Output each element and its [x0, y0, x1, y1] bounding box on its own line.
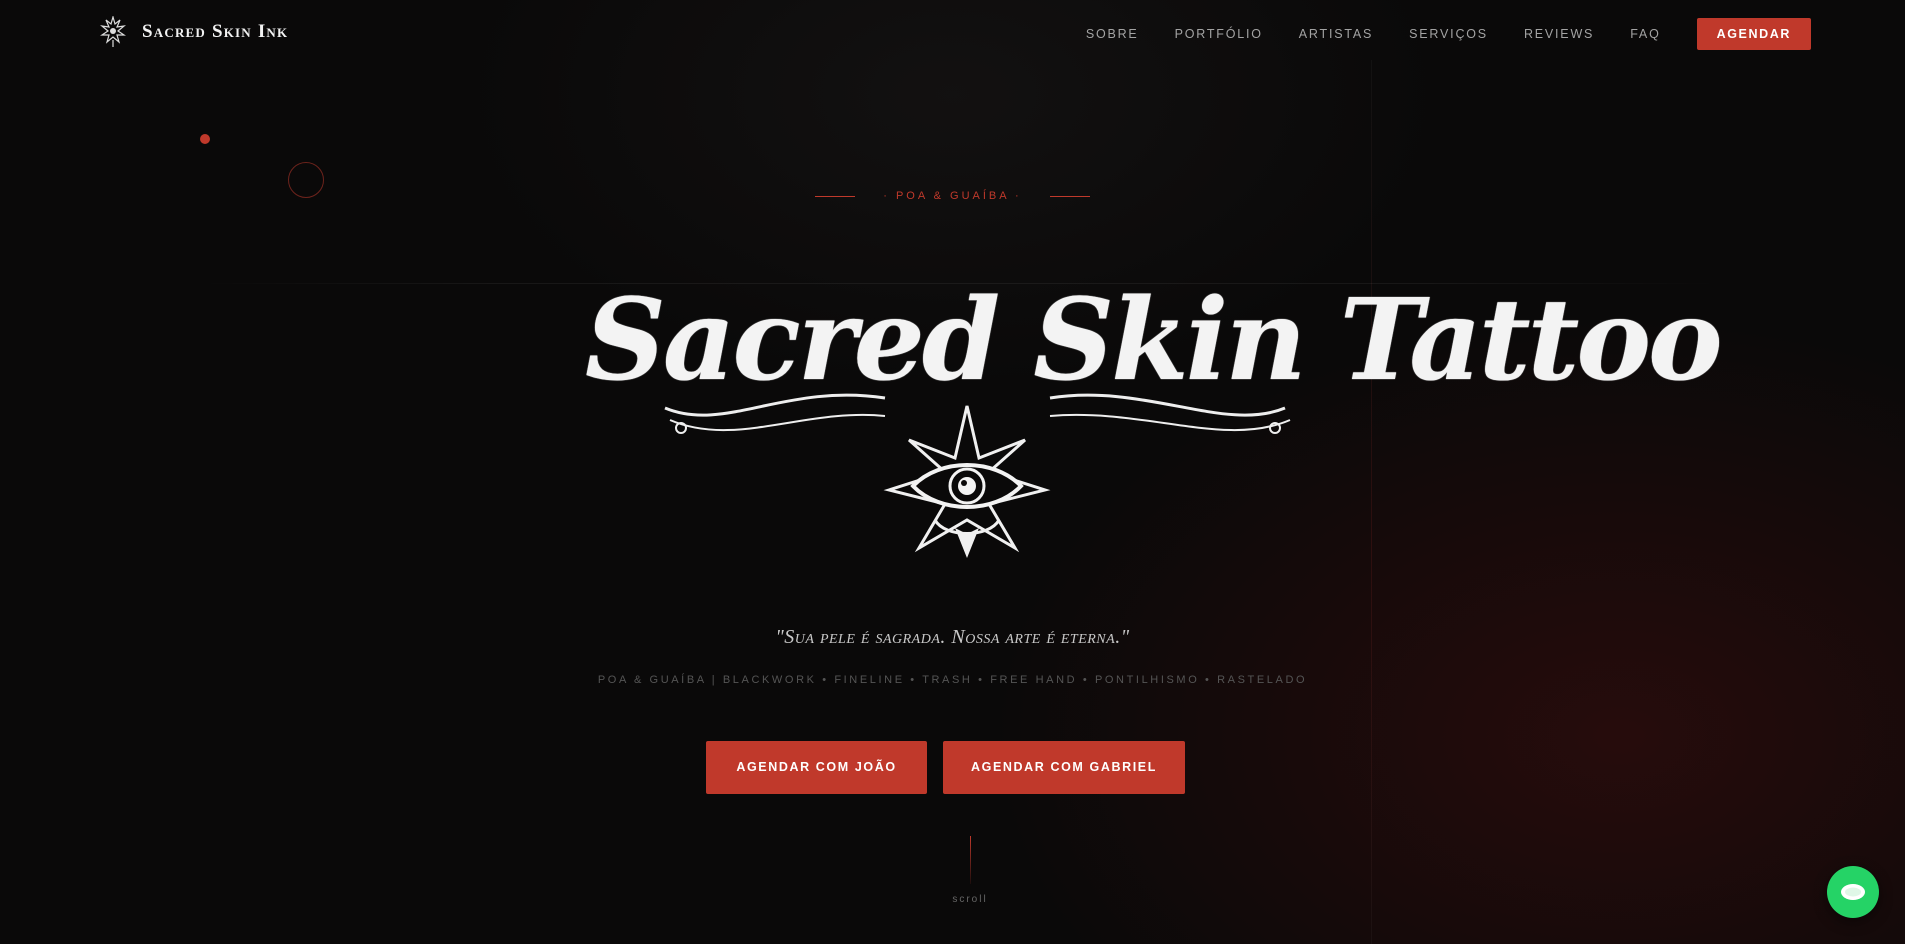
- booking-buttons: AGENDAR COM JOÃO AGENDAR COM GABRIEL: [0, 741, 1905, 794]
- location-eyebrow: · POA & GUAÍBA ·: [0, 190, 1905, 202]
- site-header: Sacred Skin Ink SOBRE PORTFÓLIO ARTISTAS…: [0, 0, 1905, 66]
- agendar-button[interactable]: AGENDAR: [1696, 18, 1811, 50]
- eyebrow-text: · POA & GUAÍBA ·: [883, 190, 1022, 202]
- hero-logo: Sacred Skin Tattoo: [585, 258, 1723, 583]
- eyebrow-rule-left: [815, 195, 856, 197]
- brand-link[interactable]: Sacred Skin Ink: [100, 16, 288, 48]
- whatsapp-chat-icon: [1841, 884, 1865, 900]
- scroll-indicator-line: [970, 836, 971, 884]
- hero-styles-list: POA & GUAÍBA | BLACKWORK • FINELINE • TR…: [597, 674, 1308, 686]
- hero-tagline: "Sua pele é sagrada. Nossa arte é eterna…: [775, 626, 1130, 648]
- agendar-joao-button[interactable]: AGENDAR COM JOÃO: [706, 741, 927, 794]
- eyebrow-rule-right: [1049, 195, 1090, 197]
- nav-sobre[interactable]: SOBRE: [1086, 18, 1139, 50]
- whatsapp-chat-button[interactable]: [1827, 866, 1879, 918]
- decorative-red-dot: [200, 134, 210, 144]
- nav-servicos[interactable]: SERVIÇOS: [1409, 18, 1488, 50]
- logo-wordmark: Sacred Skin Tattoo: [585, 275, 1723, 406]
- scroll-indicator-text[interactable]: scroll: [0, 894, 1905, 905]
- brand-name: Sacred Skin Ink: [142, 21, 289, 42]
- ornament-eye-icon: [100, 16, 126, 47]
- agendar-gabriel-button[interactable]: AGENDAR COM GABRIEL: [943, 741, 1185, 794]
- nav-faq[interactable]: FAQ: [1630, 18, 1660, 50]
- nav-portfolio[interactable]: PORTFÓLIO: [1175, 18, 1263, 50]
- nav-artistas[interactable]: ARTISTAS: [1299, 18, 1373, 50]
- nav-reviews[interactable]: REVIEWS: [1524, 18, 1594, 50]
- main-nav: SOBRE PORTFÓLIO ARTISTAS SERVIÇOS REVIEW…: [1086, 18, 1811, 50]
